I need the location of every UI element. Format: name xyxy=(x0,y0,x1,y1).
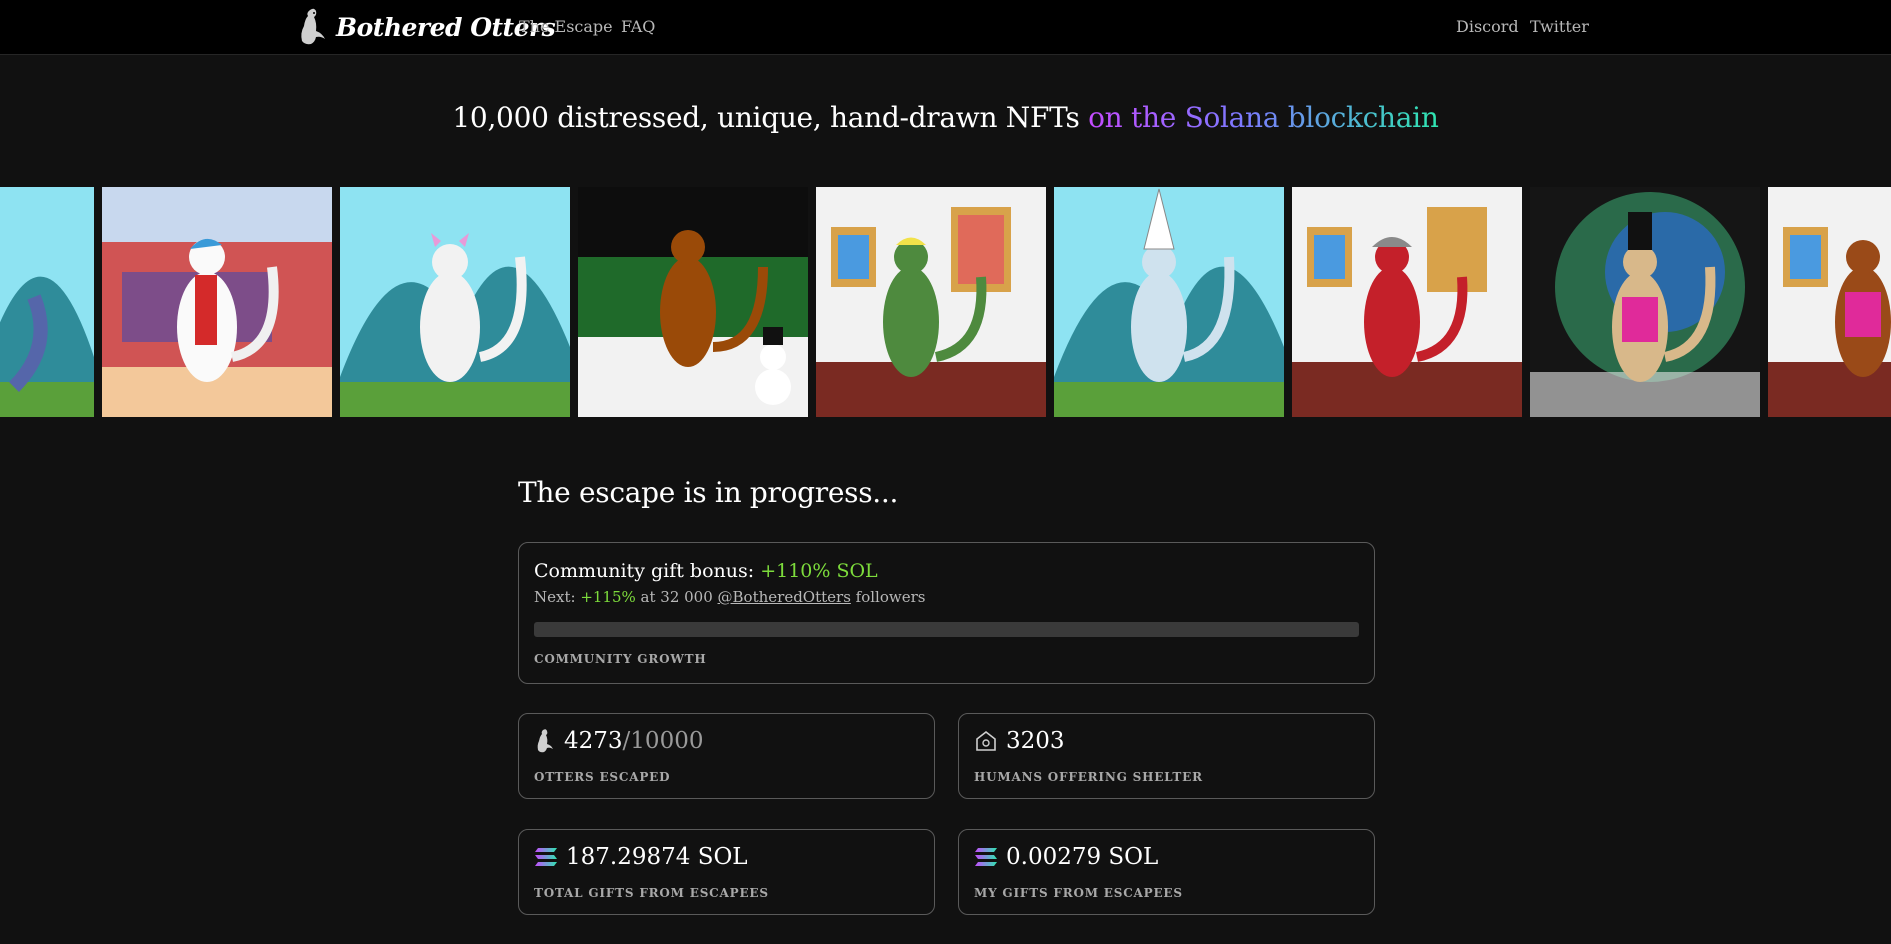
otter-artwork-image xyxy=(1530,187,1760,417)
otter-artwork-image xyxy=(816,187,1046,417)
nav-link-discord[interactable]: Discord xyxy=(1456,17,1519,36)
section-title: The escape is in progress... xyxy=(518,476,899,509)
headline-main: 10,000 distressed, unique, hand-drawn NF… xyxy=(452,101,1089,134)
top-nav: Bothered Otters The Escape FAQ Discord T… xyxy=(0,0,1891,55)
my-gifts-value: 0.00279 SOL xyxy=(1006,844,1159,870)
otter-artwork-image xyxy=(1054,187,1284,417)
nav-link-faq[interactable]: FAQ xyxy=(621,17,655,36)
stat-card-my-gifts: 0.00279 SOL MY GIFTS FROM ESCAPEES xyxy=(958,829,1375,915)
total-gifts-value: 187.29874 SOL xyxy=(566,844,748,870)
solana-icon xyxy=(975,848,997,866)
twitter-handle-link[interactable]: @BotheredOtters xyxy=(718,588,851,606)
gallery-tile-1 xyxy=(0,187,94,417)
community-progress-bar xyxy=(534,622,1359,637)
otter-artwork-image xyxy=(102,187,332,417)
headline-highlight: on the Solana blockchain xyxy=(1088,101,1439,134)
community-growth-caption: COMMUNITY GROWTH xyxy=(534,652,707,666)
brand-logo[interactable]: Bothered Otters xyxy=(296,6,556,48)
otters-total: /10000 xyxy=(622,728,704,754)
nav-link-the-escape[interactable]: The Escape xyxy=(519,17,613,36)
gallery-tile-7 xyxy=(1292,187,1522,417)
otter-gallery xyxy=(0,187,1891,417)
gift-bonus-heading: Community gift bonus: +110% SOL xyxy=(534,560,878,582)
gift-title-label: Community gift bonus: xyxy=(534,560,761,582)
next-prefix: Next: xyxy=(534,588,581,606)
otter-logo-icon xyxy=(301,8,325,45)
community-gift-card: Community gift bonus: +110% SOL Next: +1… xyxy=(518,542,1375,684)
gallery-tile-9 xyxy=(1768,187,1891,417)
otter-artwork-image xyxy=(340,187,570,417)
stat-value-row: 187.29874 SOL xyxy=(534,844,748,870)
house-icon xyxy=(976,730,996,751)
next-bonus-value: +115% xyxy=(580,588,636,606)
nav-link-twitter[interactable]: Twitter xyxy=(1530,17,1589,36)
otter-icon xyxy=(537,729,553,753)
my-gifts-caption: MY GIFTS FROM ESCAPEES xyxy=(974,886,1183,900)
gallery-tile-2 xyxy=(102,187,332,417)
gallery-tile-5 xyxy=(816,187,1046,417)
stat-value-row: 4273/10000 xyxy=(534,728,703,754)
gallery-tile-8 xyxy=(1530,187,1760,417)
otter-artwork-image xyxy=(1292,187,1522,417)
otter-artwork-image xyxy=(1768,187,1891,417)
otter-artwork-image xyxy=(0,187,94,417)
stat-card-total-gifts: 187.29874 SOL TOTAL GIFTS FROM ESCAPEES xyxy=(518,829,935,915)
otters-escaped-caption: OTTERS ESCAPED xyxy=(534,770,671,784)
humans-shelter-count: 3203 xyxy=(1006,728,1065,754)
solana-icon xyxy=(535,848,557,866)
total-gifts-caption: TOTAL GIFTS FROM ESCAPEES xyxy=(534,886,769,900)
next-suffix: followers xyxy=(850,588,926,606)
gift-bonus-value: +110% SOL xyxy=(760,560,878,582)
gallery-tile-4 xyxy=(578,187,808,417)
gallery-tile-3 xyxy=(340,187,570,417)
stat-card-otters-escaped: 4273/10000 OTTERS ESCAPED xyxy=(518,713,935,799)
hero-headline: 10,000 distressed, unique, hand-drawn NF… xyxy=(0,101,1891,134)
otters-escaped-count: 4273 xyxy=(564,728,623,754)
stat-card-humans-shelter: 3203 HUMANS OFFERING SHELTER xyxy=(958,713,1375,799)
humans-shelter-caption: HUMANS OFFERING SHELTER xyxy=(974,770,1203,784)
next-threshold: at 32 000 xyxy=(635,588,718,606)
stat-value-row: 0.00279 SOL xyxy=(974,844,1158,870)
next-bonus-text: Next: +115% at 32 000 @BotheredOtters fo… xyxy=(534,588,925,606)
stat-value-row: 3203 xyxy=(974,728,1065,754)
otter-artwork-image xyxy=(578,187,808,417)
gallery-tile-6 xyxy=(1054,187,1284,417)
